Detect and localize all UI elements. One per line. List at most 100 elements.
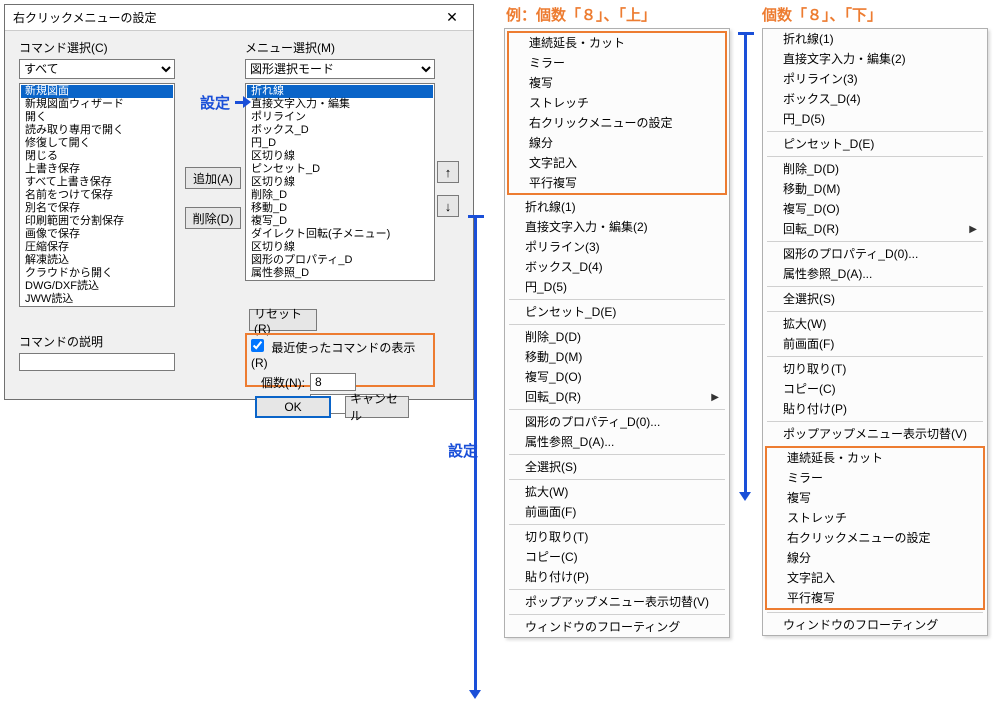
close-button[interactable]: ✕ bbox=[435, 8, 469, 28]
menu-select[interactable]: 図形選択モード bbox=[245, 59, 435, 79]
menu-item[interactable]: 前画面(F) bbox=[505, 502, 729, 522]
menu-item[interactable]: 連続延長・カット bbox=[767, 448, 983, 468]
menu-item[interactable]: コピー(C) bbox=[763, 379, 987, 399]
list-item[interactable]: ポリライン bbox=[247, 111, 433, 124]
list-item[interactable]: 名前をつけて保存 bbox=[21, 189, 173, 202]
count-input[interactable] bbox=[310, 373, 356, 391]
menu-item[interactable]: 切り取り(T) bbox=[505, 527, 729, 547]
menu-item[interactable]: 直接文字入力・編集(2) bbox=[763, 49, 987, 69]
list-item[interactable]: ピンセット_D bbox=[247, 163, 433, 176]
menu-item[interactable]: 複写_D(O) bbox=[505, 367, 729, 387]
list-item[interactable]: 圧縮保存 bbox=[21, 241, 173, 254]
command-select[interactable]: すべて bbox=[19, 59, 175, 79]
list-item[interactable]: 図形のプロパティ_D bbox=[247, 254, 433, 267]
recent-checkbox-label[interactable]: 最近使ったコマンドの表示(R) bbox=[251, 341, 415, 370]
list-item[interactable]: 区切り線 bbox=[247, 241, 433, 254]
menu-item[interactable]: 線分 bbox=[767, 548, 983, 568]
menu-item[interactable]: 折れ線(1) bbox=[763, 29, 987, 49]
menu-item[interactable]: ボックス_D(4) bbox=[505, 257, 729, 277]
menu-item[interactable]: 移動_D(M) bbox=[763, 179, 987, 199]
menu-item[interactable]: 複写 bbox=[509, 73, 725, 93]
menu-item[interactable]: ウィンドウのフローティング bbox=[763, 615, 987, 635]
list-item[interactable]: 画像で保存 bbox=[21, 228, 173, 241]
menu-item[interactable]: ピンセット_D(E) bbox=[763, 134, 987, 154]
add-button[interactable]: 追加(A) bbox=[185, 167, 241, 189]
menu-item[interactable]: 線分 bbox=[509, 133, 725, 153]
menu-item[interactable]: 平行複写 bbox=[767, 588, 983, 608]
list-item[interactable]: 区切り線 bbox=[247, 150, 433, 163]
ok-button[interactable]: OK bbox=[255, 396, 331, 418]
list-item[interactable]: ボックス_D bbox=[247, 124, 433, 137]
menu-item[interactable]: 拡大(W) bbox=[763, 314, 987, 334]
menu-item[interactable]: 移動_D(M) bbox=[505, 347, 729, 367]
menu-item[interactable]: 属性参照_D(A)... bbox=[505, 432, 729, 452]
menu-item[interactable]: 切り取り(T) bbox=[763, 359, 987, 379]
menu-item[interactable]: ミラー bbox=[767, 468, 983, 488]
menu-item[interactable]: ポップアップメニュー表示切替(V) bbox=[505, 592, 729, 612]
menu-item[interactable]: ボックス_D(4) bbox=[763, 89, 987, 109]
list-item[interactable]: 移動_D bbox=[247, 202, 433, 215]
list-item[interactable]: 印刷範囲で分割保存 bbox=[21, 215, 173, 228]
menu-item[interactable]: ポリライン(3) bbox=[763, 69, 987, 89]
menu-item[interactable]: 右クリックメニューの設定 bbox=[509, 113, 725, 133]
list-item[interactable]: 複写_D bbox=[247, 215, 433, 228]
menu-item[interactable]: コピー(C) bbox=[505, 547, 729, 567]
menu-item[interactable]: 拡大(W) bbox=[505, 482, 729, 502]
command-listbox[interactable]: 新規図面新規図面ウィザード開く読み取り専用で開く修復して開く閉じる上書き保存すべ… bbox=[19, 83, 175, 307]
list-item[interactable]: すべて上書き保存 bbox=[21, 176, 173, 189]
menu-item[interactable]: 前画面(F) bbox=[763, 334, 987, 354]
list-item[interactable]: 上書き保存 bbox=[21, 163, 173, 176]
menu-item[interactable]: 複写_D(O) bbox=[763, 199, 987, 219]
list-item[interactable]: 折れ線 bbox=[247, 85, 433, 98]
menu-item[interactable]: 削除_D(D) bbox=[505, 327, 729, 347]
move-up-button[interactable]: ↑ bbox=[437, 161, 459, 183]
move-down-button[interactable]: ↓ bbox=[437, 195, 459, 217]
menu-item[interactable]: 図形のプロパティ_D(0)... bbox=[505, 412, 729, 432]
menu-item[interactable]: 円_D(5) bbox=[505, 277, 729, 297]
menu-item[interactable]: 連続延長・カット bbox=[509, 33, 725, 53]
list-item[interactable]: ダイレクト回転(子メニュー) bbox=[247, 228, 433, 241]
recent-checkbox[interactable] bbox=[251, 339, 264, 352]
menu-item[interactable]: 複写 bbox=[767, 488, 983, 508]
delete-button[interactable]: 削除(D) bbox=[185, 207, 241, 229]
list-item[interactable]: 円_D bbox=[247, 137, 433, 150]
list-item[interactable]: 新規図面 bbox=[21, 85, 173, 98]
menu-item[interactable]: ピンセット_D(E) bbox=[505, 302, 729, 322]
menu-item[interactable]: 削除_D(D) bbox=[763, 159, 987, 179]
list-item[interactable]: 修復して開く bbox=[21, 137, 173, 150]
menu-item[interactable]: 貼り付け(P) bbox=[505, 567, 729, 587]
menu-item[interactable]: 直接文字入力・編集(2) bbox=[505, 217, 729, 237]
list-item[interactable]: 属性参照_D bbox=[247, 267, 433, 280]
menu-item[interactable]: ストレッチ bbox=[767, 508, 983, 528]
menu-item[interactable]: 折れ線(1) bbox=[505, 197, 729, 217]
list-item[interactable]: 開く bbox=[21, 111, 173, 124]
menu-item[interactable]: 回転_D(R)▶ bbox=[763, 219, 987, 239]
menu-item[interactable]: ミラー bbox=[509, 53, 725, 73]
menu-item[interactable]: 右クリックメニューの設定 bbox=[767, 528, 983, 548]
list-item[interactable]: 削除_D bbox=[247, 189, 433, 202]
menu-listbox[interactable]: 折れ線直接文字入力・編集ポリラインボックス_D円_D区切り線ピンセット_D区切り… bbox=[245, 83, 435, 281]
list-item[interactable]: クラウドから開く bbox=[21, 267, 173, 280]
menu-item[interactable]: 円_D(5) bbox=[763, 109, 987, 129]
menu-item[interactable]: 文字記入 bbox=[509, 153, 725, 173]
list-item[interactable]: 直接文字入力・編集 bbox=[247, 98, 433, 111]
menu-item[interactable]: 平行複写 bbox=[509, 173, 725, 193]
menu-item[interactable]: 文字記入 bbox=[767, 568, 983, 588]
list-item[interactable]: 解凍読込 bbox=[21, 254, 173, 267]
menu-item[interactable]: ポリライン(3) bbox=[505, 237, 729, 257]
menu-item[interactable]: ウィンドウのフローティング bbox=[505, 617, 729, 637]
cancel-button[interactable]: キャンセル bbox=[345, 396, 409, 418]
list-item[interactable]: 読み取り専用で開く bbox=[21, 124, 173, 137]
list-item[interactable]: 区切り線 bbox=[247, 176, 433, 189]
reset-button[interactable]: リセット(R) bbox=[249, 309, 317, 331]
menu-item[interactable]: 回転_D(R)▶ bbox=[505, 387, 729, 407]
menu-item[interactable]: ストレッチ bbox=[509, 93, 725, 113]
menu-item[interactable]: ポップアップメニュー表示切替(V) bbox=[763, 424, 987, 444]
menu-item[interactable]: 全選択(S) bbox=[505, 457, 729, 477]
menu-item[interactable]: 属性参照_D(A)... bbox=[763, 264, 987, 284]
menu-item[interactable]: 全選択(S) bbox=[763, 289, 987, 309]
list-item[interactable]: DWG/DXF読込 bbox=[21, 280, 173, 293]
list-item[interactable]: 新規図面ウィザード bbox=[21, 98, 173, 111]
menu-item[interactable]: 図形のプロパティ_D(0)... bbox=[763, 244, 987, 264]
menu-item[interactable]: 貼り付け(P) bbox=[763, 399, 987, 419]
